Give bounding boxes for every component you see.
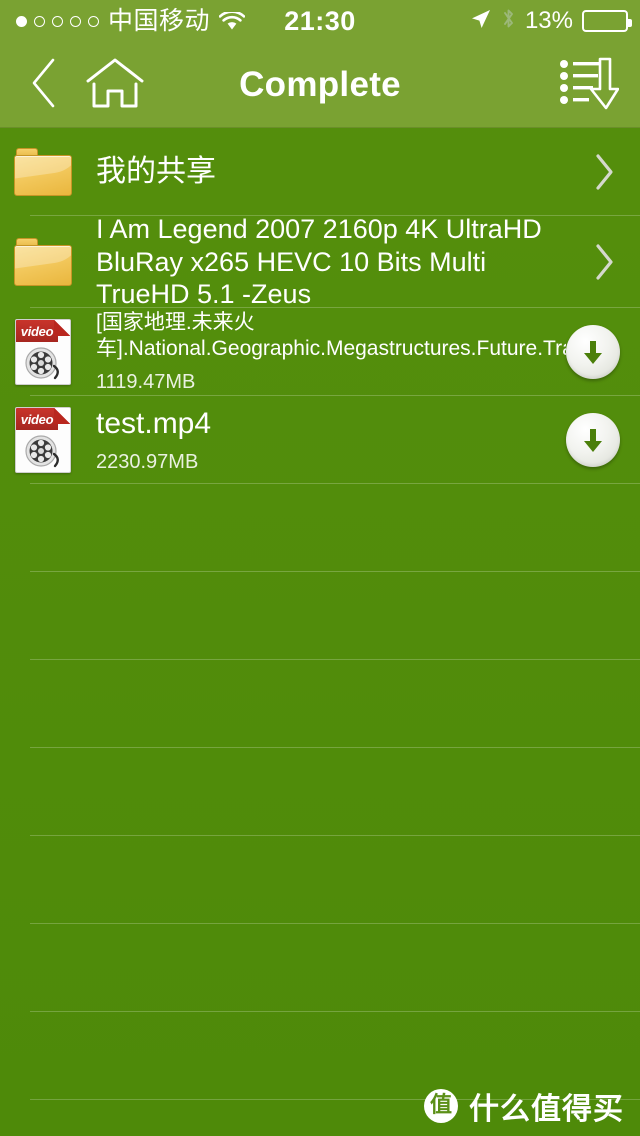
folder-body xyxy=(14,155,72,196)
video-file-icon: video xyxy=(15,319,71,385)
watermark-text: 什么值得买 xyxy=(469,1084,624,1128)
item-name: [国家地理.未来火车].National.Geographic.Megastru… xyxy=(96,310,566,361)
empty-row xyxy=(0,572,640,660)
video-file-icon-label: video xyxy=(16,320,58,342)
item-size: 1119.47MB xyxy=(96,371,566,394)
video-file-icon: video xyxy=(15,407,71,473)
status-bar-right: 13% xyxy=(470,0,628,42)
chevron-right-icon[interactable] xyxy=(582,243,626,281)
sort-download-icon xyxy=(559,55,619,116)
item-thumbnail xyxy=(10,238,76,286)
file-list[interactable]: 我的共享 I Am Legend 2007 2160p 4K UltraHD B… xyxy=(0,128,640,1136)
folder-icon xyxy=(14,148,72,196)
item-meta: [国家地理.未来火车].National.Geographic.Megastru… xyxy=(76,310,566,393)
empty-row xyxy=(0,924,640,1012)
download-arrow-icon xyxy=(578,425,608,455)
back-button[interactable] xyxy=(14,42,74,128)
sort-button[interactable] xyxy=(554,42,624,128)
home-button[interactable] xyxy=(80,42,150,128)
item-size: 2230.97MB xyxy=(96,451,566,474)
item-thumbnail xyxy=(10,148,76,196)
item-meta: test.mp4 2230.97MB xyxy=(76,406,566,474)
item-thumbnail: video xyxy=(10,407,76,473)
chevron-right-icon[interactable] xyxy=(582,153,626,191)
item-name: test.mp4 xyxy=(96,406,566,442)
empty-row xyxy=(0,748,640,836)
home-icon xyxy=(84,56,146,115)
video-file-icon-label: video xyxy=(16,408,58,430)
item-name: 我的共享 xyxy=(96,155,582,189)
item-meta: 我的共享 xyxy=(76,155,582,189)
watermark: 值 什么值得买 xyxy=(424,1084,624,1128)
film-reel-icon xyxy=(23,344,63,382)
page-fold-corner xyxy=(54,408,70,424)
chevron-left-icon xyxy=(29,57,59,114)
bluetooth-icon xyxy=(501,7,516,35)
item-name: I Am Legend 2007 2160p 4K UltraHD BluRay… xyxy=(96,213,582,310)
folder-icon xyxy=(14,238,72,286)
navigation-bar: Complete xyxy=(0,42,640,128)
folder-body xyxy=(14,245,72,286)
list-item[interactable]: video xyxy=(0,396,640,484)
empty-row xyxy=(0,660,640,748)
smzdm-logo-icon: 值 xyxy=(424,1089,458,1123)
list-item[interactable]: 我的共享 xyxy=(0,128,640,216)
item-meta: I Am Legend 2007 2160p 4K UltraHD BluRay… xyxy=(76,213,582,310)
page-fold-corner xyxy=(54,320,70,336)
battery-percent-label: 13% xyxy=(525,7,573,35)
app-screen: 中国移动 21:30 13% xyxy=(0,0,640,1136)
item-thumbnail: video xyxy=(10,319,76,385)
location-arrow-icon xyxy=(470,8,492,35)
empty-row xyxy=(0,484,640,572)
empty-row xyxy=(0,836,640,924)
list-item[interactable]: I Am Legend 2007 2160p 4K UltraHD BluRay… xyxy=(0,216,640,308)
download-button[interactable] xyxy=(566,325,620,379)
download-arrow-icon xyxy=(578,337,608,367)
status-bar: 中国移动 21:30 13% xyxy=(0,0,640,42)
list-item[interactable]: video xyxy=(0,308,640,396)
download-button[interactable] xyxy=(566,413,620,467)
battery-icon xyxy=(582,10,628,32)
film-reel-icon xyxy=(23,432,63,470)
